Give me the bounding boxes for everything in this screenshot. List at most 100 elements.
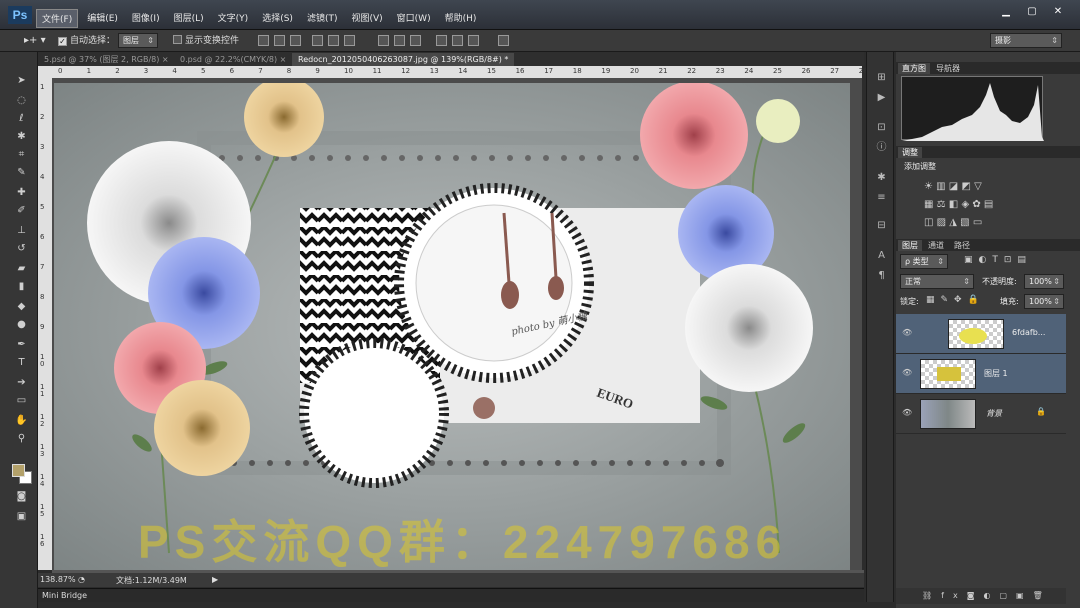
lock-icons[interactable]: ▦✎✥🔒 <box>926 295 985 305</box>
menu-filter[interactable]: 滤镜(T) <box>302 9 343 28</box>
blur-tool-icon[interactable]: ◆ <box>14 300 29 314</box>
menu-file[interactable]: 文件(F) <box>36 9 79 28</box>
maximize-button[interactable]: ▢ <box>1020 4 1044 20</box>
distribute-top-icon[interactable] <box>378 35 389 46</box>
tab-redocn-jpg[interactable]: Redocn_2012050406263087.jpg @ 139%(RGB/8… <box>292 53 514 77</box>
paragraph-icon[interactable]: ¶ <box>875 270 888 282</box>
align-top-icon[interactable] <box>258 35 269 46</box>
visibility-eye-icon[interactable]: 👁 <box>902 328 912 337</box>
layer-name[interactable]: 背景 <box>986 408 1002 419</box>
quick-mask-icon[interactable]: ◙ <box>14 490 29 504</box>
stamp-tool-icon[interactable]: ⊥ <box>14 224 29 238</box>
menu-layer[interactable]: 图层(L) <box>169 9 209 28</box>
photo-filter-icon[interactable]: ◈ <box>961 199 969 210</box>
bw-icon[interactable]: ◧ <box>949 199 958 210</box>
curves-icon[interactable]: ◪ <box>949 181 958 192</box>
align-left-icon[interactable] <box>312 35 323 46</box>
opacity-field[interactable]: 100% <box>1024 274 1064 289</box>
vibrance-icon[interactable]: ▽ <box>974 181 982 192</box>
layer-row-layer1[interactable]: 👁 图层 1 <box>896 354 1066 394</box>
close-icon[interactable]: × <box>280 55 287 64</box>
tab-channels[interactable]: 通道 <box>924 240 948 251</box>
layer-row-background[interactable]: 👁 背景 🔒 <box>896 394 1066 434</box>
tab-adjustments[interactable]: 调整 <box>898 147 922 158</box>
healing-tool-icon[interactable]: ✚ <box>14 186 29 200</box>
tab-paths[interactable]: 路径 <box>950 240 974 251</box>
menu-type[interactable]: 文字(Y) <box>213 9 254 28</box>
workspace-dropdown[interactable]: 摄影 <box>990 33 1062 48</box>
history-brush-icon[interactable]: ↺ <box>14 242 29 256</box>
eyedropper-tool-icon[interactable]: ✎ <box>14 166 29 180</box>
distribute-left-icon[interactable] <box>436 35 447 46</box>
image-canvas[interactable]: photo by 萌小糖 EURO <box>54 83 850 570</box>
pen-tool-icon[interactable]: ✒ <box>14 338 29 352</box>
tab-navigator[interactable]: 导航器 <box>932 63 964 74</box>
menu-help[interactable]: 帮助(H) <box>440 9 482 28</box>
tool-preset-icon[interactable]: ≡ <box>875 192 888 204</box>
quick-select-tool-icon[interactable]: ✱ <box>14 130 29 144</box>
brightness-icon[interactable]: ☀ <box>924 181 933 192</box>
hue-icon[interactable]: ▦ <box>924 199 933 210</box>
layer-name[interactable]: 6fdafb... <box>1012 328 1045 337</box>
hand-tool-icon[interactable]: ✋ <box>14 414 29 428</box>
menu-window[interactable]: 窗口(W) <box>392 9 436 28</box>
menu-edit[interactable]: 编辑(E) <box>82 9 123 28</box>
fill-field[interactable]: 100% <box>1024 294 1064 309</box>
menu-select[interactable]: 选择(S) <box>257 9 298 28</box>
tab-5-psd[interactable]: 5.psd @ 37% (图层 2, RGB/8) × <box>38 53 172 66</box>
threshold-icon[interactable]: ◮ <box>949 217 957 228</box>
distribute-right-icon[interactable] <box>468 35 479 46</box>
invert-icon[interactable]: ◫ <box>924 217 933 228</box>
tab-0-psd[interactable]: 0.psd @ 22.2%(CMYK/8) × <box>174 53 292 66</box>
clone-source-icon[interactable]: ⊟ <box>875 220 888 232</box>
visibility-eye-icon[interactable]: 👁 <box>902 368 912 377</box>
zoom-level[interactable]: 138.87% <box>40 575 76 584</box>
menu-view[interactable]: 视图(V) <box>346 9 387 28</box>
minimize-button[interactable]: ▁ <box>994 4 1018 20</box>
layer-row-smart[interactable]: 👁 6fdafb... <box>896 314 1066 354</box>
exposure-icon[interactable]: ◩ <box>961 181 970 192</box>
visibility-eye-icon[interactable]: 👁 <box>902 408 912 417</box>
selective-color-icon[interactable]: ▭ <box>973 217 982 228</box>
align-hcenter-icon[interactable] <box>328 35 339 46</box>
shape-tool-icon[interactable]: ▭ <box>14 394 29 408</box>
mini-bridge-tab[interactable]: Mini Bridge <box>42 591 87 600</box>
status-menu-arrow-icon[interactable]: ▶ <box>212 575 218 584</box>
brush-tool-icon[interactable]: ✐ <box>14 204 29 218</box>
show-transform-checkbox[interactable]: 显示变换控件 <box>173 34 239 48</box>
character-icon[interactable]: A <box>875 250 888 262</box>
posterize-icon[interactable]: ▨ <box>937 217 946 228</box>
type-tool-icon[interactable]: T <box>14 356 29 370</box>
marquee-tool-icon[interactable]: ◌ <box>14 94 29 108</box>
levels-icon[interactable]: ▥ <box>936 181 945 192</box>
blend-mode-dropdown[interactable]: 正常 <box>900 274 974 289</box>
brush-preset-icon[interactable]: ✱ <box>875 172 888 184</box>
eraser-tool-icon[interactable]: ▰ <box>14 262 29 276</box>
info-icon[interactable]: ⓘ <box>875 142 888 154</box>
auto-select-dropdown[interactable]: 图层 <box>118 33 158 48</box>
layer-name[interactable]: 图层 1 <box>984 368 1008 379</box>
move-tool-icon[interactable]: ➤ <box>14 74 29 88</box>
mixer-icon[interactable]: ✿ <box>972 199 980 210</box>
align-right-icon[interactable] <box>344 35 355 46</box>
dodge-tool-icon[interactable]: ● <box>14 318 29 332</box>
tab-histogram[interactable]: 直方图 <box>898 63 930 74</box>
auto-align-icon[interactable] <box>498 35 509 46</box>
menu-image[interactable]: 图像(I) <box>127 9 165 28</box>
close-button[interactable]: ✕ <box>1046 4 1070 20</box>
foreground-color-swatch[interactable] <box>12 464 25 477</box>
lookup-icon[interactable]: ▤ <box>984 199 993 210</box>
lasso-tool-icon[interactable]: ℓ <box>14 112 29 126</box>
distribute-vcenter-icon[interactable] <box>394 35 405 46</box>
distribute-bottom-icon[interactable] <box>410 35 421 46</box>
layer-comps-icon[interactable]: ⊡ <box>875 122 888 134</box>
layer-filter-dropdown[interactable]: ρ 类型 <box>900 254 948 269</box>
path-select-icon[interactable]: ➔ <box>14 376 29 390</box>
crop-tool-icon[interactable]: ⌗ <box>14 148 29 162</box>
zoom-tool-icon[interactable]: ⚲ <box>14 432 29 446</box>
close-icon[interactable]: × <box>162 55 169 64</box>
auto-select-checkbox[interactable]: ✓ 自动选择： <box>58 34 115 48</box>
align-bottom-icon[interactable] <box>290 35 301 46</box>
gradient-tool-icon[interactable]: ▮ <box>14 280 29 294</box>
tab-layers[interactable]: 图层 <box>898 240 922 251</box>
